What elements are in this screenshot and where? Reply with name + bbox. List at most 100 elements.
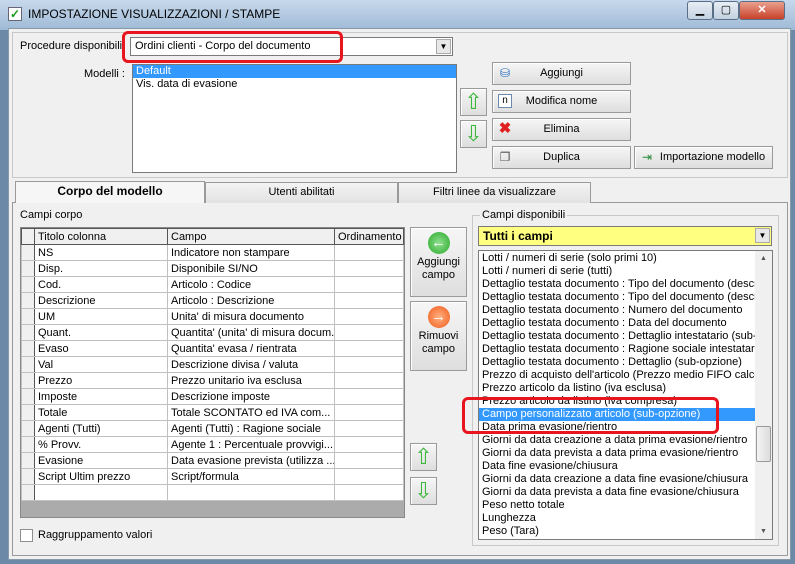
table-cell[interactable]: Totale SCONTATO ed IVA com... [167, 404, 335, 421]
move-down-button[interactable]: ⇩ [460, 120, 487, 148]
table-row[interactable]: Prezzo Prezzo unitario iva esclusa [21, 372, 404, 389]
table-row[interactable]: NS Indicatore non stampare [21, 244, 404, 261]
table-cell[interactable] [334, 468, 404, 485]
list-item[interactable]: Data fine evasione/chiusura [479, 460, 756, 473]
table-row[interactable]: Imposte Descrizione imposte [21, 388, 404, 405]
row-indicator[interactable] [21, 388, 35, 405]
table-row[interactable] [21, 484, 404, 501]
table-cell[interactable] [334, 276, 404, 293]
list-item[interactable]: Vis. data di evasione [133, 78, 456, 91]
aggiungi-campo-button[interactable]: ← Aggiungi campo [410, 227, 467, 297]
table-cell[interactable] [334, 308, 404, 325]
list-item[interactable]: Giorni da data creazione a data fine eva… [479, 473, 756, 486]
table-cell[interactable] [334, 404, 404, 421]
table-cell[interactable] [334, 356, 404, 373]
move-up-button[interactable]: ⇧ [460, 88, 487, 116]
column-header[interactable]: Ordinamento [334, 228, 404, 245]
row-indicator[interactable] [21, 292, 35, 309]
chevron-down-icon[interactable]: ▼ [436, 39, 451, 54]
table-cell[interactable]: Prezzo unitario iva esclusa [167, 372, 335, 389]
elimina-button[interactable]: ✖ Elimina [492, 118, 631, 141]
list-item[interactable]: Lotti / numeri di serie (tutti) [479, 265, 756, 278]
scrollbar[interactable]: ▲ ▼ [755, 251, 772, 539]
list-item[interactable]: Dettaglio testata documento : Dettaglio … [479, 356, 756, 369]
list-item[interactable]: Peso netto totale [479, 499, 756, 512]
row-indicator[interactable] [21, 308, 35, 325]
tab-utenti-abilitati[interactable]: Utenti abilitati [205, 182, 398, 203]
table-cell[interactable]: UM [34, 308, 168, 325]
table-cell[interactable]: Quantita' evasa / rientrata [167, 340, 335, 357]
table-cell[interactable] [34, 484, 168, 501]
aggiungi-button[interactable]: ⛁ Aggiungi [492, 62, 631, 85]
table-cell[interactable] [334, 436, 404, 453]
row-indicator[interactable] [21, 276, 35, 293]
row-indicator[interactable] [21, 340, 35, 357]
table-cell[interactable]: Imposte [34, 388, 168, 405]
table-cell[interactable] [334, 260, 404, 277]
list-item[interactable]: Default [133, 65, 456, 78]
table-cell[interactable]: Disp. [34, 260, 168, 277]
table-cell[interactable] [334, 388, 404, 405]
table-cell[interactable] [334, 340, 404, 357]
scrollbar-thumb[interactable] [756, 426, 771, 462]
table-cell[interactable]: Quantita' (unita' di misura docum... [167, 324, 335, 341]
table-cell[interactable]: Unita' di misura documento [167, 308, 335, 325]
row-indicator[interactable] [21, 372, 35, 389]
row-indicator[interactable] [21, 244, 35, 261]
column-header[interactable]: Campo [167, 228, 335, 245]
table-cell[interactable]: Val [34, 356, 168, 373]
raggruppamento-checkbox[interactable] [20, 529, 33, 542]
table-cell[interactable]: NS [34, 244, 168, 261]
column-header[interactable]: Titolo colonna [34, 228, 168, 245]
table-row[interactable]: Evasione Data evasione prevista (utilizza… [21, 452, 404, 469]
table-row[interactable]: Totale Totale SCONTATO ed IVA com... [21, 404, 404, 421]
row-indicator[interactable] [21, 324, 35, 341]
list-item[interactable]: Dettaglio testata documento : Numero del… [479, 304, 756, 317]
rimuovi-campo-button[interactable]: → Rimuovi campo [410, 301, 467, 371]
table-cell[interactable]: Articolo : Descrizione [167, 292, 335, 309]
list-item[interactable]: Giorni da data creazione a data prima ev… [479, 434, 756, 447]
row-indicator[interactable] [21, 260, 35, 277]
table-cell[interactable] [334, 420, 404, 437]
tab-corpo-del-modello[interactable]: Corpo del modello [15, 181, 205, 203]
chevron-down-icon[interactable]: ▼ [755, 228, 770, 243]
list-item[interactable]: Peso (Tara) [479, 525, 756, 538]
table-cell[interactable]: Data evasione prevista (utilizza ... [167, 452, 335, 469]
table-row[interactable]: Cod. Articolo : Codice [21, 276, 404, 293]
row-indicator[interactable] [21, 356, 35, 373]
minimize-button[interactable]: ▁ [687, 1, 713, 20]
row-indicator[interactable] [21, 436, 35, 453]
table-row[interactable]: Script Ultim prezzo Script/formula [21, 468, 404, 485]
table-cell[interactable]: Disponibile SI/NO [167, 260, 335, 277]
row-indicator[interactable] [21, 468, 35, 485]
duplica-button[interactable]: ❐ Duplica [492, 146, 631, 169]
close-button[interactable]: ✕ [739, 1, 785, 20]
scroll-down-icon[interactable]: ▼ [755, 528, 772, 535]
table-cell[interactable] [334, 244, 404, 261]
table-cell[interactable]: Cod. [34, 276, 168, 293]
list-item[interactable]: Dettaglio testata documento : Ragione so… [479, 343, 756, 356]
list-item[interactable]: Prezzo articolo da listino (iva esclusa) [479, 382, 756, 395]
table-cell[interactable] [167, 484, 335, 501]
table-cell[interactable]: Agente 1 : Percentuale provvigi... [167, 436, 335, 453]
field-up-button[interactable]: ⇧ [410, 443, 437, 471]
list-item[interactable]: Lotti / numeri di serie (solo primi 10) [479, 252, 756, 265]
table-cell[interactable] [334, 324, 404, 341]
list-item[interactable]: Prezzo di acquisto dell'articolo (Prezzo… [479, 369, 756, 382]
table-row[interactable]: % Provv. Agente 1 : Percentuale provvigi.… [21, 436, 404, 453]
list-item[interactable]: Lunghezza [479, 512, 756, 525]
list-item[interactable]: Dettaglio testata documento : Data del d… [479, 317, 756, 330]
table-row[interactable]: Disp. Disponibile SI/NO [21, 260, 404, 277]
table-cell[interactable] [334, 292, 404, 309]
table-cell[interactable]: Descrizione imposte [167, 388, 335, 405]
campi-filter-select[interactable]: Tutti i campi ▼ [478, 226, 772, 246]
list-item[interactable]: Giorni da data prevista a data prima eva… [479, 447, 756, 460]
list-item[interactable]: Giorni da data prevista a data fine evas… [479, 486, 756, 499]
list-item[interactable]: Dettaglio testata documento : Tipo del d… [479, 278, 756, 291]
table-row[interactable]: Val Descrizione divisa / valuta [21, 356, 404, 373]
table-cell[interactable]: % Provv. [34, 436, 168, 453]
table-cell[interactable]: Script/formula [167, 468, 335, 485]
table-cell[interactable]: Evaso [34, 340, 168, 357]
scroll-up-icon[interactable]: ▲ [755, 255, 772, 262]
table-cell[interactable]: Indicatore non stampare [167, 244, 335, 261]
